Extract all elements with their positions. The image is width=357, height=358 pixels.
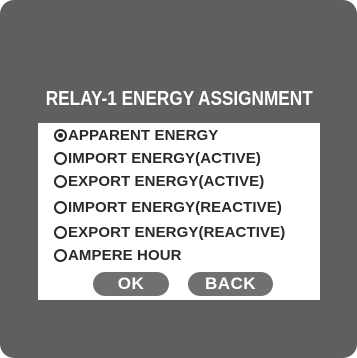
device-screen: RELAY-1 ENERGY ASSIGNMENT APPARENT ENERG… [0,0,357,358]
radio-button-icon[interactable] [54,248,67,262]
option-export-energy-reactive[interactable]: EXPORT ENERGY(REACTIVE) [54,222,285,242]
radio-button-icon[interactable] [54,151,67,165]
option-apparent-energy[interactable]: APPARENT ENERGY [54,125,218,145]
option-ampere-hour[interactable]: AMPERE HOUR [54,245,182,265]
radio-button-icon[interactable] [54,128,67,142]
dialog-title-bar: RELAY-1 ENERGY ASSIGNMENT [38,75,320,123]
option-label: APPARENT ENERGY [68,126,219,144]
option-label: EXPORT ENERGY(ACTIVE) [68,172,265,190]
option-label: IMPORT ENERGY(REACTIVE) [68,198,282,216]
radio-button-icon[interactable] [54,225,67,239]
option-label: AMPERE HOUR [68,246,182,264]
dialog-title: RELAY-1 ENERGY ASSIGNMENT [45,87,313,110]
option-label: IMPORT ENERGY(ACTIVE) [68,149,261,167]
option-import-energy-reactive[interactable]: IMPORT ENERGY(REACTIVE) [54,197,282,217]
option-label: EXPORT ENERGY(REACTIVE) [68,223,286,241]
option-export-energy-active[interactable]: EXPORT ENERGY(ACTIVE) [54,171,264,191]
ok-button[interactable]: OK [93,272,169,296]
option-import-energy-active[interactable]: IMPORT ENERGY(ACTIVE) [54,148,261,168]
radio-button-icon[interactable] [54,200,67,214]
back-button[interactable]: BACK [188,272,273,296]
energy-assignment-dialog: APPARENT ENERGY IMPORT ENERGY(ACTIVE) EX… [38,123,320,300]
radio-button-icon[interactable] [54,174,67,188]
